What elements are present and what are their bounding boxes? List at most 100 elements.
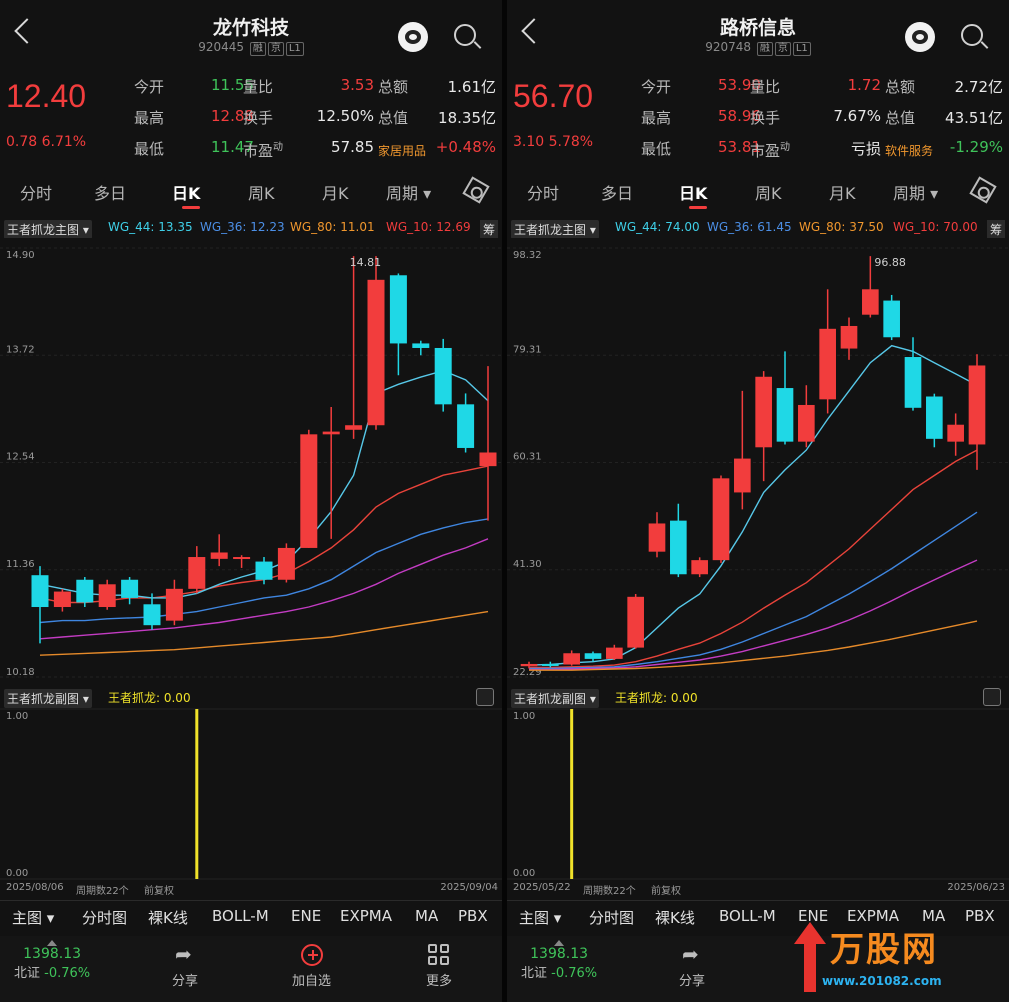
candle-body	[862, 289, 879, 315]
quote-value: 2.72亿	[954, 78, 1003, 96]
sub-indicator-select[interactable]: 王者抓龙副图 ▾	[4, 689, 92, 708]
add-watchlist-button[interactable]: 加自选	[292, 944, 331, 989]
period-tab[interactable]: 周K	[755, 180, 782, 204]
index-name: 北证	[14, 966, 41, 981]
quote-label: 软件服务	[885, 144, 934, 158]
candle-body	[121, 579, 139, 598]
start-date: 2025/08/06	[6, 882, 64, 893]
price-change: 0.78 6.71%	[6, 134, 86, 150]
expand-icon[interactable]	[476, 688, 494, 706]
period-tab[interactable]: 日K	[172, 180, 200, 204]
period-tab[interactable]: 周K	[248, 180, 275, 204]
share-button[interactable]: 分享	[172, 942, 198, 989]
candlestick-chart[interactable]: 98.3279.3160.3141.3022.2996.88	[507, 240, 1009, 685]
period-tab[interactable]: 多日	[94, 180, 126, 204]
candle-body	[670, 520, 687, 575]
main-indicator-select[interactable]: 王者抓龙主图 ▾	[4, 220, 92, 238]
candle-body	[98, 584, 116, 608]
search-icon[interactable]	[454, 24, 476, 46]
quote-label: 最低	[134, 140, 165, 158]
candlestick-chart[interactable]: 14.90 13.72 12.54 11.36 10.18 14.81	[0, 240, 502, 685]
indicator-toolbar: 主图 ▾ 分时图 裸K线 BOLL-M ENE EXPMA MA PBX	[0, 900, 502, 930]
index-ticker[interactable]: 1398.13 北证 -0.76%	[14, 940, 90, 981]
stock-code: 920748	[705, 40, 752, 54]
sub-y-tick-label: 0.00	[513, 868, 535, 879]
ma-line-base	[529, 620, 978, 671]
signal-bar	[195, 709, 199, 879]
period-tab[interactable]: 分时	[20, 180, 52, 204]
toolbar-intraday[interactable]: 分时图	[589, 907, 634, 928]
watermark-url: www.201082.com	[822, 974, 942, 988]
quote-label: 换手	[750, 109, 781, 127]
toolbar-ma[interactable]: MA	[415, 907, 438, 925]
quote-label: 换手	[243, 109, 274, 127]
quote-rows: 今开 53.90 量比 1.72 总额 2.72亿 最高 58.96 换手 7.67% 总值 43.5…	[507, 66, 1009, 160]
quote-label: 家居用品	[378, 144, 427, 158]
toolbar-main[interactable]: 主图 ▾	[12, 907, 54, 928]
chip-distribution-button[interactable]: 筹	[986, 220, 1005, 238]
toolbar-boll[interactable]: BOLL-M	[719, 907, 776, 925]
quote-area: 56.70 3.10 5.78% 今开 53.90 量比 1.72 总额 2.72亿 最高 5…	[507, 66, 1009, 166]
candle-body	[840, 325, 858, 349]
sub-indicator-bar: 王者抓龙副图 ▾ 王者抓龙: 0.00	[0, 688, 502, 708]
main-indicator-select[interactable]: 王者抓龙主图 ▾	[511, 220, 599, 238]
period-tab[interactable]: 多日	[601, 180, 633, 204]
toolbar-expma[interactable]: EXPMA	[340, 907, 392, 925]
y-tick-label: 12.54	[6, 452, 35, 463]
toolbar-intraday[interactable]: 分时图	[82, 907, 127, 928]
period-tab[interactable]: 分时	[527, 180, 559, 204]
sub-indicator-label: 王者抓龙副图	[514, 692, 587, 706]
quote-value: 12.50%	[316, 107, 374, 125]
quote-label: 总额	[885, 78, 916, 96]
candle-body	[755, 376, 772, 448]
period-tab[interactable]: 月K	[322, 180, 349, 204]
search-icon[interactable]	[961, 24, 983, 46]
header: 路桥信息 920748 融京 L1	[507, 0, 1009, 64]
period-tab[interactable]: 日K	[679, 180, 707, 204]
grid-icon	[428, 944, 450, 966]
candle-body	[926, 396, 943, 439]
chip-distribution-button[interactable]: 筹	[479, 220, 498, 238]
sub-indicator-chart[interactable]: 1.00 0.00	[0, 708, 502, 880]
quote-value: 57.85	[331, 138, 374, 156]
share-icon	[173, 942, 197, 966]
period-tab[interactable]: 周期 ▾	[386, 180, 431, 204]
candle-body	[277, 547, 295, 580]
robot-assistant-icon[interactable]	[398, 22, 428, 52]
wg36-value: WG_36: 12.23	[200, 220, 285, 234]
index-ticker[interactable]: 1398.13 北证 -0.76%	[521, 940, 597, 981]
toolbar-boll[interactable]: BOLL-M	[212, 907, 269, 925]
period-tab[interactable]: 周期 ▾	[893, 180, 938, 204]
more-button[interactable]: 更多	[426, 944, 452, 989]
main-indicator-bar: 王者抓龙主图 ▾ WG_44: 74.00 WG_36: 61.45 WG_80…	[507, 218, 1009, 238]
toolbar-pbx[interactable]: PBX	[458, 907, 488, 925]
sub-indicator-select[interactable]: 王者抓龙副图 ▾	[511, 689, 599, 708]
candle-body	[367, 279, 385, 426]
candle-body	[76, 579, 94, 603]
quote-value: 43.51亿	[945, 109, 1003, 127]
toolbar-bare-k[interactable]: 裸K线	[655, 907, 695, 928]
period-tab[interactable]: 月K	[829, 180, 856, 204]
active-tab-underline	[689, 206, 707, 209]
candle-body	[542, 663, 559, 666]
share-button[interactable]: 分享	[679, 942, 705, 989]
expand-icon[interactable]	[983, 688, 1001, 706]
tag-exchange: 京	[774, 42, 791, 56]
quote-label: 最高	[134, 109, 165, 127]
y-tick-label: 60.31	[513, 452, 542, 463]
robot-assistant-icon[interactable]	[905, 22, 935, 52]
candle-body	[457, 404, 475, 448]
tag-exchange: 京	[267, 42, 284, 56]
period-count: 周期数22个	[583, 886, 636, 897]
wg80-value: WG_80: 11.01	[290, 220, 375, 234]
toolbar-ene[interactable]: ENE	[291, 907, 321, 925]
sub-indicator-chart[interactable]: 1.00 0.00	[507, 708, 1009, 880]
toolbar-main[interactable]: 主图 ▾	[519, 907, 561, 928]
index-change: -0.76%	[551, 966, 598, 981]
date-range: 2025/05/22 周期数22个 前复权 2025/06/23	[507, 882, 1009, 897]
share-icon	[680, 942, 704, 966]
candle-body	[584, 653, 602, 659]
toolbar-bare-k[interactable]: 裸K线	[148, 907, 188, 928]
candle-body	[691, 560, 708, 575]
index-change: -0.76%	[44, 966, 91, 981]
